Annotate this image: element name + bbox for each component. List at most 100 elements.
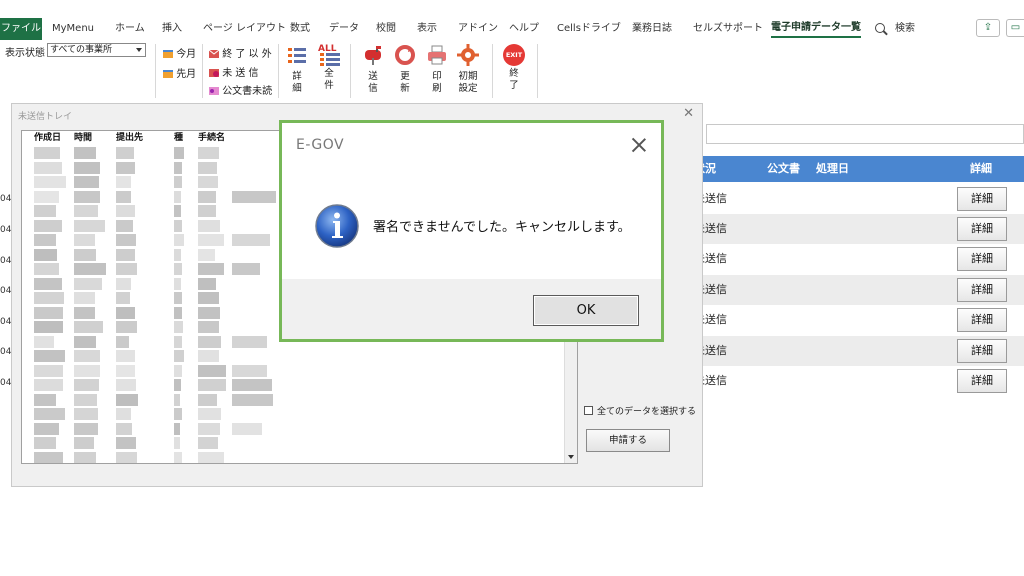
tab-file[interactable]: ファイル — [0, 18, 42, 40]
tab-page-layout[interactable]: ページ レイアウト — [203, 18, 286, 40]
row-detail-button[interactable]: 詳細 — [957, 187, 1007, 211]
redacted-cell — [34, 350, 65, 362]
sheet-header-row: 状況 公文書 処理日 詳細 — [664, 156, 1024, 182]
tab-help[interactable]: ヘルプ — [509, 18, 539, 40]
header-detail: 詳細 — [970, 162, 992, 175]
close-icon[interactable]: ✕ — [683, 106, 694, 121]
tab-view[interactable]: 表示 — [417, 18, 437, 40]
exit-label: 終了 — [509, 68, 519, 91]
last-month-button[interactable]: 先月 — [163, 65, 196, 80]
redacted-cell — [116, 190, 131, 203]
redacted-cell — [198, 234, 225, 246]
redacted-cell — [74, 451, 97, 463]
redacted-cell — [116, 379, 136, 391]
redacted-cell — [198, 176, 218, 188]
redacted-cell — [232, 234, 270, 246]
table-row: 未送信 詳細 — [664, 244, 1024, 274]
redacted-cell — [116, 234, 136, 246]
share-icon[interactable]: ⇪ — [976, 19, 1000, 37]
send-label: 送信 — [368, 71, 378, 94]
tab-review[interactable]: 校閲 — [376, 18, 396, 40]
initial-settings-button[interactable]: 初期設定 — [455, 44, 481, 95]
tab-insert[interactable]: 挿入 — [162, 18, 182, 40]
doc-unread-button[interactable]: 公文書未読 — [209, 82, 272, 97]
tab-formulas[interactable]: 数式 — [290, 18, 310, 40]
redacted-cell — [174, 277, 181, 290]
redacted-cell — [116, 248, 136, 261]
tab-search[interactable]: 検索 — [895, 18, 915, 40]
redacted-cell — [232, 379, 273, 391]
detail-view-button[interactable]: 詳細 — [284, 44, 310, 95]
redacted-cell — [198, 408, 222, 420]
redacted-cell — [116, 335, 130, 348]
redacted-cell — [116, 408, 131, 420]
row-detail-button[interactable]: 詳細 — [957, 278, 1007, 302]
tab-home[interactable]: ホーム — [115, 18, 145, 40]
redacted-cell — [174, 161, 183, 174]
print-button[interactable]: 印刷 — [424, 44, 450, 95]
tab-mymenu[interactable]: MyMenu — [52, 18, 94, 40]
not-completed-button[interactable]: 終 了 以 外 — [208, 45, 272, 60]
redacted-cell — [74, 321, 103, 333]
checkbox-icon[interactable] — [584, 406, 593, 415]
tab-data[interactable]: データ — [329, 18, 359, 40]
redacted-cell — [34, 263, 59, 275]
redacted-cell — [198, 205, 216, 217]
comment-icon[interactable]: ▭ — [1006, 19, 1024, 37]
ribbon-tab-bar: ファイル MyMenu ホーム 挿入 ページ レイアウト 数式 データ 校閲 表… — [0, 18, 1024, 40]
formula-bar[interactable] — [706, 124, 1024, 144]
apply-button[interactable]: 申請する — [586, 429, 670, 452]
redacted-cell — [74, 248, 96, 261]
ribbon-separator — [537, 44, 538, 98]
send-button[interactable]: 送信 — [360, 44, 386, 95]
not-sent-label: 未 送 信 — [222, 68, 259, 79]
redacted-cell — [198, 306, 221, 319]
not-sent-button[interactable]: 未 送 信 — [209, 64, 259, 79]
redacted-cell — [198, 147, 220, 159]
calendar-icon — [163, 70, 173, 78]
initial-settings-label: 初期設定 — [458, 71, 478, 94]
redacted-cell — [116, 350, 136, 362]
scroll-down-icon[interactable] — [568, 455, 574, 459]
row-detail-button[interactable]: 詳細 — [957, 369, 1007, 393]
redacted-cell — [74, 364, 101, 377]
exit-button[interactable]: EXIT 終了 — [501, 44, 527, 92]
redacted-cell — [198, 161, 217, 174]
row-date-fragment: 04 — [0, 194, 12, 204]
redacted-cell — [174, 335, 182, 348]
tab-addins[interactable]: アドイン — [458, 18, 498, 40]
redacted-cell — [116, 364, 135, 377]
status-select-value: すべての事業所 — [50, 45, 113, 55]
redacted-cell — [34, 219, 62, 232]
search-icon[interactable] — [875, 23, 885, 33]
table-row: 未送信 詳細 — [664, 184, 1024, 214]
redacted-cell — [34, 437, 57, 449]
row-detail-button[interactable]: 詳細 — [957, 247, 1007, 271]
row-detail-button[interactable]: 詳細 — [957, 339, 1007, 363]
refresh-icon — [395, 45, 415, 65]
redacted-cell — [34, 422, 60, 435]
calendar-icon — [163, 50, 173, 58]
redacted-cell — [198, 321, 219, 333]
row-detail-button[interactable]: 詳細 — [957, 217, 1007, 241]
row-date-fragment: 04 — [0, 317, 12, 327]
redacted-cell — [198, 190, 216, 203]
tab-egov-list[interactable]: 電子申請データ一覧 — [771, 18, 861, 38]
tab-business-log[interactable]: 業務日誌 — [632, 18, 672, 40]
select-all-checkbox[interactable]: 全てのデータを選択する — [584, 404, 696, 417]
tab-cells-support[interactable]: セルズサポート — [693, 18, 763, 40]
close-icon[interactable] — [630, 136, 647, 153]
ok-button[interactable]: OK — [533, 295, 639, 326]
tab-cells-drive[interactable]: Cellsドライブ — [557, 18, 621, 40]
status-select[interactable]: すべての事業所 — [47, 43, 146, 57]
all-view-button[interactable]: ALL 全件 — [316, 44, 342, 92]
table-row: 未送信 詳細 — [664, 275, 1024, 305]
redacted-cell — [116, 451, 137, 463]
update-button[interactable]: 更新 — [392, 44, 418, 95]
redacted-cell — [198, 422, 220, 435]
this-month-button[interactable]: 今月 — [163, 45, 196, 60]
redacted-cell — [174, 422, 181, 435]
gear-icon — [457, 44, 479, 66]
row-detail-button[interactable]: 詳細 — [957, 308, 1007, 332]
redacted-cell — [232, 335, 268, 348]
